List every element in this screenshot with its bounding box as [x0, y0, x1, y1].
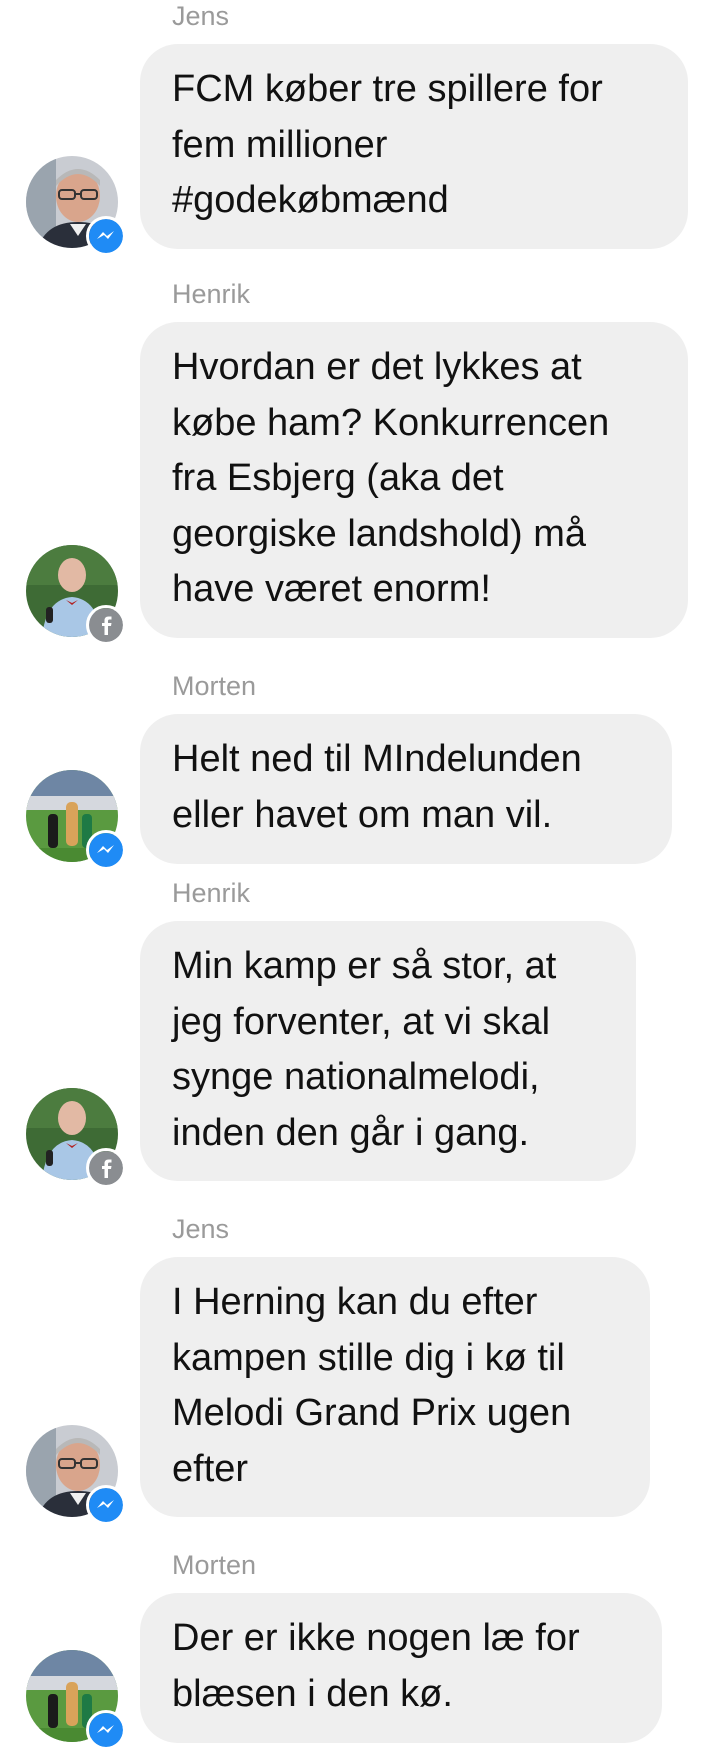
sender-name: Morten: [172, 1550, 257, 1580]
avatar[interactable]: [26, 1425, 126, 1525]
avatar[interactable]: [26, 156, 126, 256]
message-bubble[interactable]: Der er ikke nogen læ for blæsen i den kø…: [140, 1593, 662, 1743]
avatar[interactable]: [26, 1088, 126, 1188]
sender-name: Jens: [172, 1, 230, 31]
messenger-icon: [86, 216, 126, 256]
messenger-icon: [86, 830, 126, 870]
avatar[interactable]: [26, 1650, 126, 1750]
message-bubble[interactable]: I Herning kan du efter kampen stille dig…: [140, 1257, 650, 1517]
facebook-icon: [86, 605, 126, 645]
sender-name: Henrik: [172, 878, 251, 908]
message-bubble[interactable]: FCM køber tre spillere for fem millioner…: [140, 44, 688, 249]
avatar[interactable]: [26, 545, 126, 645]
message-bubble[interactable]: Hvordan er det lykkes at købe ham? Konku…: [140, 322, 688, 638]
messenger-icon: [86, 1485, 126, 1525]
sender-name: Jens: [172, 1214, 230, 1244]
avatar[interactable]: [26, 770, 126, 870]
facebook-icon: [86, 1148, 126, 1188]
message-bubble[interactable]: Min kamp er så stor, at jeg forventer, a…: [140, 921, 636, 1181]
sender-name: Morten: [172, 671, 257, 701]
messenger-icon: [86, 1710, 126, 1750]
message-bubble[interactable]: Helt ned til MIndelunden eller havet om …: [140, 714, 672, 864]
sender-name: Henrik: [172, 279, 251, 309]
